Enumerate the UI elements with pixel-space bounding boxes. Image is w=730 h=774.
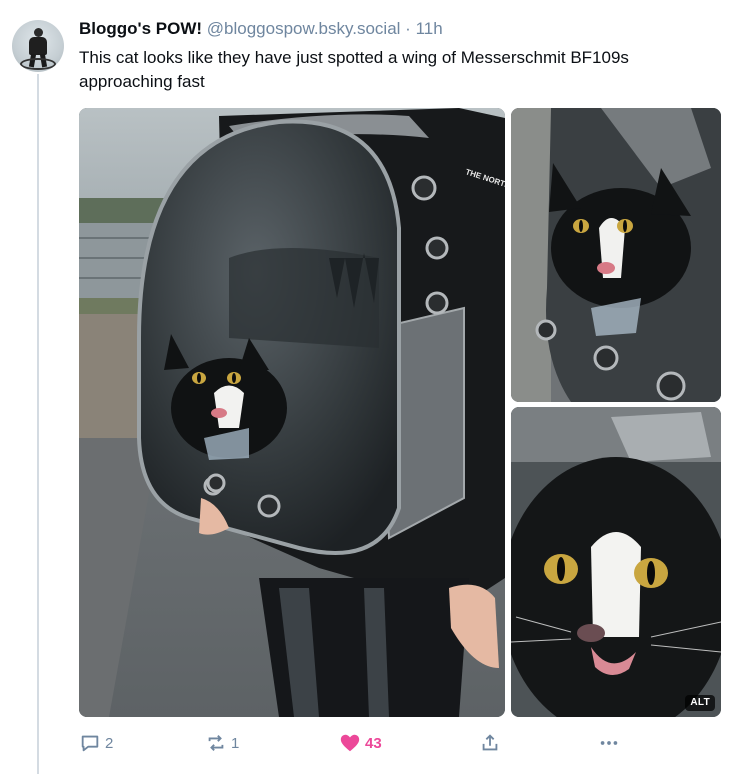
reply-button[interactable]: 2 (79, 730, 113, 756)
like-button[interactable]: 43 (339, 730, 382, 756)
post-header: Bloggo's POW! @bloggospow.bsky.social · … (79, 18, 443, 40)
display-name[interactable]: Bloggo's POW! (79, 19, 202, 38)
photo-cat-closeup-2-image (511, 407, 721, 717)
post-actions: 2 1 43 (79, 730, 639, 756)
speech-bubble-icon (81, 735, 99, 752)
ellipsis-icon (600, 741, 618, 745)
repost-count: 1 (231, 734, 240, 752)
reply-count: 2 (105, 734, 114, 752)
photo-cat-closeup-1-image (511, 108, 721, 402)
post-text: This cat looks like they have just spott… (79, 48, 629, 91)
share-button[interactable] (479, 730, 501, 756)
alt-text-badge[interactable]: ALT (685, 695, 715, 711)
like-count: 43 (365, 734, 382, 752)
image-gallery: THE NORTH FACE (79, 108, 721, 717)
share-upload-icon (482, 734, 498, 751)
separator-dot: · (405, 19, 411, 38)
repost-arrows-icon (208, 735, 224, 751)
repost-button[interactable]: 1 (205, 730, 239, 756)
post-timestamp[interactable]: 11h (416, 19, 443, 38)
photo-cat-closeup-2[interactable]: ALT (511, 407, 721, 717)
photo-cat-backpack[interactable]: THE NORTH FACE (79, 108, 505, 717)
photo-cat-backpack-image: THE NORTH FACE (79, 108, 505, 717)
heart-icon (340, 734, 360, 752)
more-options-button[interactable] (597, 730, 621, 756)
user-handle[interactable]: @bloggospow.bsky.social (207, 19, 401, 38)
avatar[interactable] (12, 20, 64, 72)
photo-cat-closeup-1[interactable] (511, 108, 721, 402)
thread-line (37, 74, 39, 774)
